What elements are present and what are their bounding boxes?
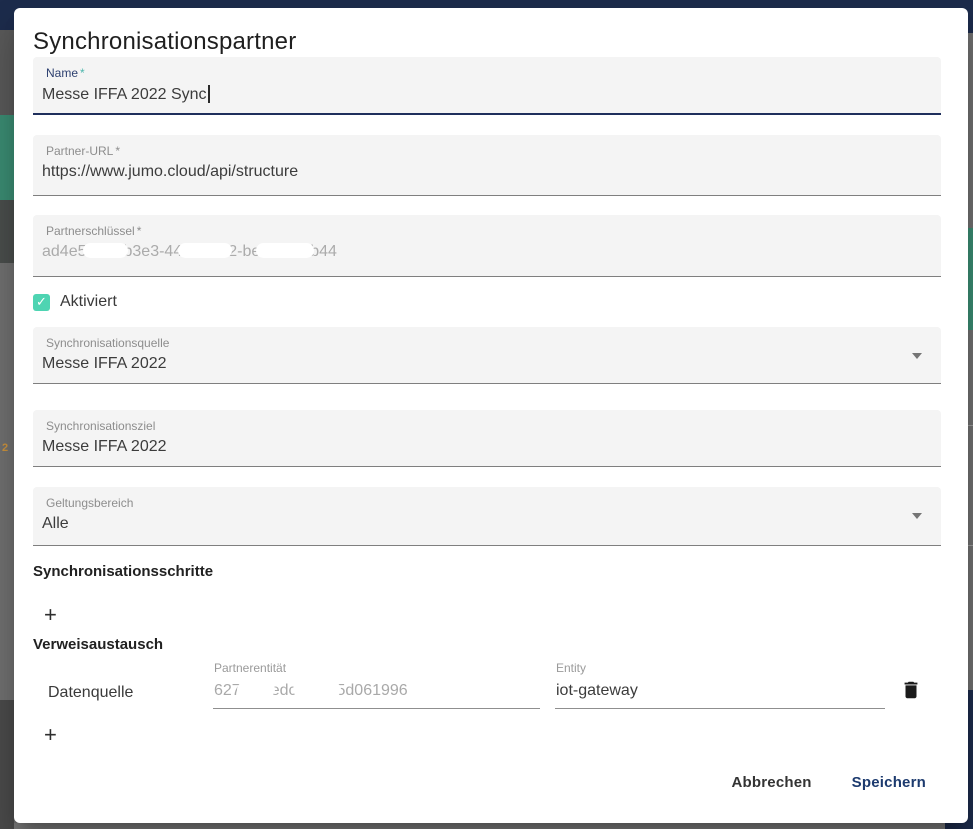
entity-label: Entity xyxy=(556,661,586,675)
trash-icon xyxy=(900,678,922,702)
add-sync-step-button[interactable]: + xyxy=(44,602,74,628)
partner-entity-field[interactable]: Partnerentität 627edc5d061996 xyxy=(213,653,540,709)
redaction-blob xyxy=(178,243,232,258)
sync-target-label: Synchronisationsziel xyxy=(46,419,155,433)
dialog-actions: Abbrechen Speichern xyxy=(730,770,928,795)
redaction-blob xyxy=(237,682,275,697)
name-field[interactable]: Name* Messe IFFA 2022 Sync xyxy=(33,57,941,115)
redaction-blob xyxy=(256,243,314,258)
reference-exchange-heading: Verweisaustausch xyxy=(33,636,163,653)
scope-select[interactable]: Geltungsbereich Alle xyxy=(33,487,941,546)
text-cursor xyxy=(208,85,210,103)
sync-steps-heading: Synchronisationsschritte xyxy=(33,563,213,580)
aktiviert-label: Aktiviert xyxy=(60,293,117,311)
sync-source-label: Synchronisationsquelle xyxy=(46,336,169,350)
chevron-down-icon xyxy=(912,353,922,359)
checkmark-icon: ✓ xyxy=(36,296,47,309)
sync-target-field[interactable]: Synchronisationsziel Messe IFFA 2022 xyxy=(33,410,941,467)
name-label: Name* xyxy=(46,66,85,80)
backdrop-left-strip xyxy=(0,30,14,115)
cancel-button[interactable]: Abbrechen xyxy=(730,770,814,795)
scope-value: Alle xyxy=(42,515,69,533)
partner-key-value: ad4e5b3e3-442-beb44 xyxy=(42,243,337,261)
partner-key-field[interactable]: Partnerschlüssel* ad4e5b3e3-442-beb44 xyxy=(33,215,941,277)
partner-url-label: Partner-URL* xyxy=(46,144,120,158)
aktiviert-checkbox[interactable]: ✓ xyxy=(33,294,50,311)
backdrop-page-number: 2 xyxy=(2,443,8,454)
aktiviert-checkbox-row: ✓ Aktiviert xyxy=(33,291,117,313)
name-value: Messe IFFA 2022 Sync xyxy=(42,85,210,104)
dialog-title: Synchronisationspartner xyxy=(33,28,296,56)
chevron-down-icon xyxy=(912,513,922,519)
reference-type-label: Datenquelle xyxy=(48,684,133,702)
sync-target-value: Messe IFFA 2022 xyxy=(42,438,167,456)
partner-entity-label: Partnerentität xyxy=(214,661,286,675)
sync-source-value: Messe IFFA 2022 xyxy=(42,355,167,373)
sync-source-select[interactable]: Synchronisationsquelle Messe IFFA 2022 xyxy=(33,327,941,384)
entity-field[interactable]: Entity iot-gateway xyxy=(555,653,885,709)
add-reference-exchange-button[interactable]: + xyxy=(44,722,74,748)
scope-label: Geltungsbereich xyxy=(46,496,133,510)
backdrop-dark-block-left xyxy=(0,200,14,263)
redaction-blob xyxy=(293,682,341,697)
partner-url-field[interactable]: Partner-URL* https://www.jumo.cloud/api/… xyxy=(33,135,941,196)
delete-row-button[interactable] xyxy=(898,676,924,704)
partner-entity-value: 627edc5d061996 xyxy=(214,682,408,700)
backdrop-teal-block-left xyxy=(0,115,14,200)
save-button[interactable]: Speichern xyxy=(850,770,928,795)
entity-value: iot-gateway xyxy=(556,682,638,700)
partner-url-value: https://www.jumo.cloud/api/structure xyxy=(42,163,298,181)
required-asterisk: * xyxy=(137,224,142,238)
backdrop-left-lower-strip xyxy=(0,700,14,829)
required-asterisk: * xyxy=(80,66,85,80)
backdrop-bottom-strip xyxy=(14,823,945,829)
partner-key-label: Partnerschlüssel* xyxy=(46,224,141,238)
redaction-blob xyxy=(83,243,128,258)
sync-partner-dialog: Synchronisationspartner Name* Messe IFFA… xyxy=(14,8,968,823)
required-asterisk: * xyxy=(115,144,120,158)
